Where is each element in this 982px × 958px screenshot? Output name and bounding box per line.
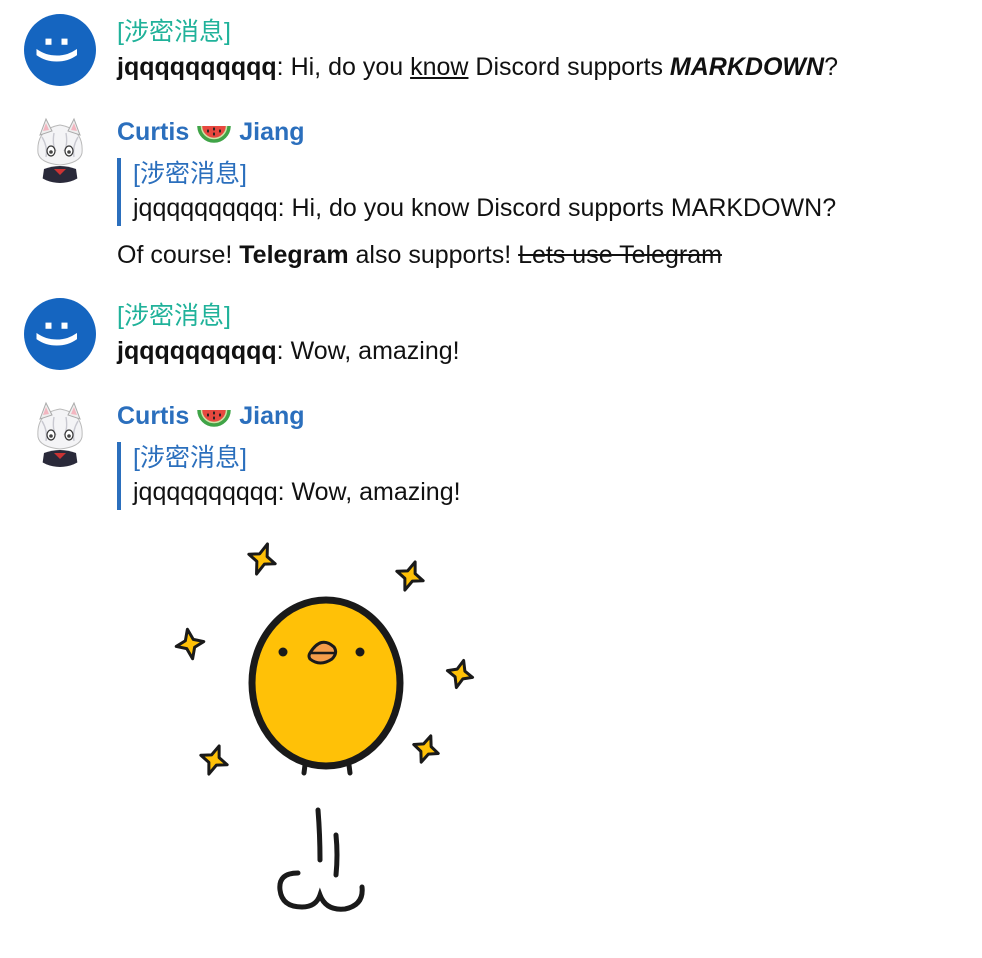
strikethrough-text: Lets use Telegram [518, 241, 722, 269]
user-avatar[interactable] [24, 395, 96, 467]
message-author: jqqqqqqqqqq [117, 53, 277, 81]
quote-sender: [涉密消息] [133, 444, 247, 472]
anime-avatar-icon [24, 395, 96, 467]
sender-first-name: Curtis [117, 402, 190, 430]
message-fragment: Discord supports [468, 53, 670, 81]
bold-word: Telegram [239, 241, 349, 269]
separator: : [276, 53, 291, 81]
reply-quote[interactable]: [涉密消息] jqqqqqqqqqq: Hi, do you know Disc… [117, 158, 836, 226]
message-fragment: ? [824, 53, 838, 81]
sender-first-name: Curtis [117, 118, 190, 146]
anime-avatar-icon [24, 111, 96, 183]
sender-last-name: Jiang [239, 118, 305, 146]
sparkle-icon [412, 734, 440, 764]
sender-name[interactable]: Curtis Jiang [117, 116, 305, 147]
message-fragment: Wow, amazing! [290, 337, 460, 365]
message-text: Of course! Telegram also supports! Lets … [117, 239, 722, 271]
watermelon-icon [197, 125, 231, 143]
bot-avatar[interactable]: :) [24, 298, 96, 370]
message-fragment: also supports! [348, 241, 519, 269]
motion-lines [277, 807, 365, 912]
sparkle-icon [395, 560, 425, 592]
message-author: jqqqqqqqqqq [117, 337, 277, 365]
quote-text: jqqqqqqqqqq: Hi, do you know Discord sup… [133, 194, 837, 222]
sender-last-name: Jiang [239, 402, 305, 430]
quote-sender: [涉密消息] [133, 160, 247, 188]
yellow-chick-sticker[interactable] [170, 535, 490, 930]
smiley-avatar-text: :) [36, 318, 85, 348]
sender-name[interactable]: Curtis Jiang [117, 400, 305, 431]
reply-quote[interactable]: [涉密消息] jqqqqqqqqqq: Wow, amazing! [117, 442, 461, 510]
message-text: jqqqqqqqqqq: Wow, amazing! [117, 335, 460, 367]
quote-text: jqqqqqqqqqq: Wow, amazing! [133, 478, 461, 506]
sender-name[interactable]: [涉密消息] [117, 301, 231, 331]
sparkle-icon [199, 744, 229, 776]
smiley-avatar-text: :) [36, 34, 85, 64]
message-text: jqqqqqqqqqq: Hi, do you know Discord sup… [117, 51, 838, 83]
watermelon-icon [197, 409, 231, 427]
message-fragment: Hi, do you [290, 53, 411, 81]
sparkle-icon [247, 542, 277, 576]
bot-avatar[interactable]: :) [24, 14, 96, 86]
chat-log: :) [涉密消息] jqqqqqqqqqq: Hi, do you know D… [0, 0, 982, 958]
message-fragment: Of course! [117, 241, 240, 269]
bold-italic-word: MARKDOWN [669, 53, 825, 81]
separator: : [276, 337, 291, 365]
sparkle-icon [174, 627, 206, 661]
underlined-word: know [410, 53, 469, 81]
sender-name[interactable]: [涉密消息] [117, 17, 231, 47]
sparkle-icon [445, 658, 475, 690]
chick-body [248, 596, 404, 776]
user-avatar[interactable] [24, 111, 96, 183]
